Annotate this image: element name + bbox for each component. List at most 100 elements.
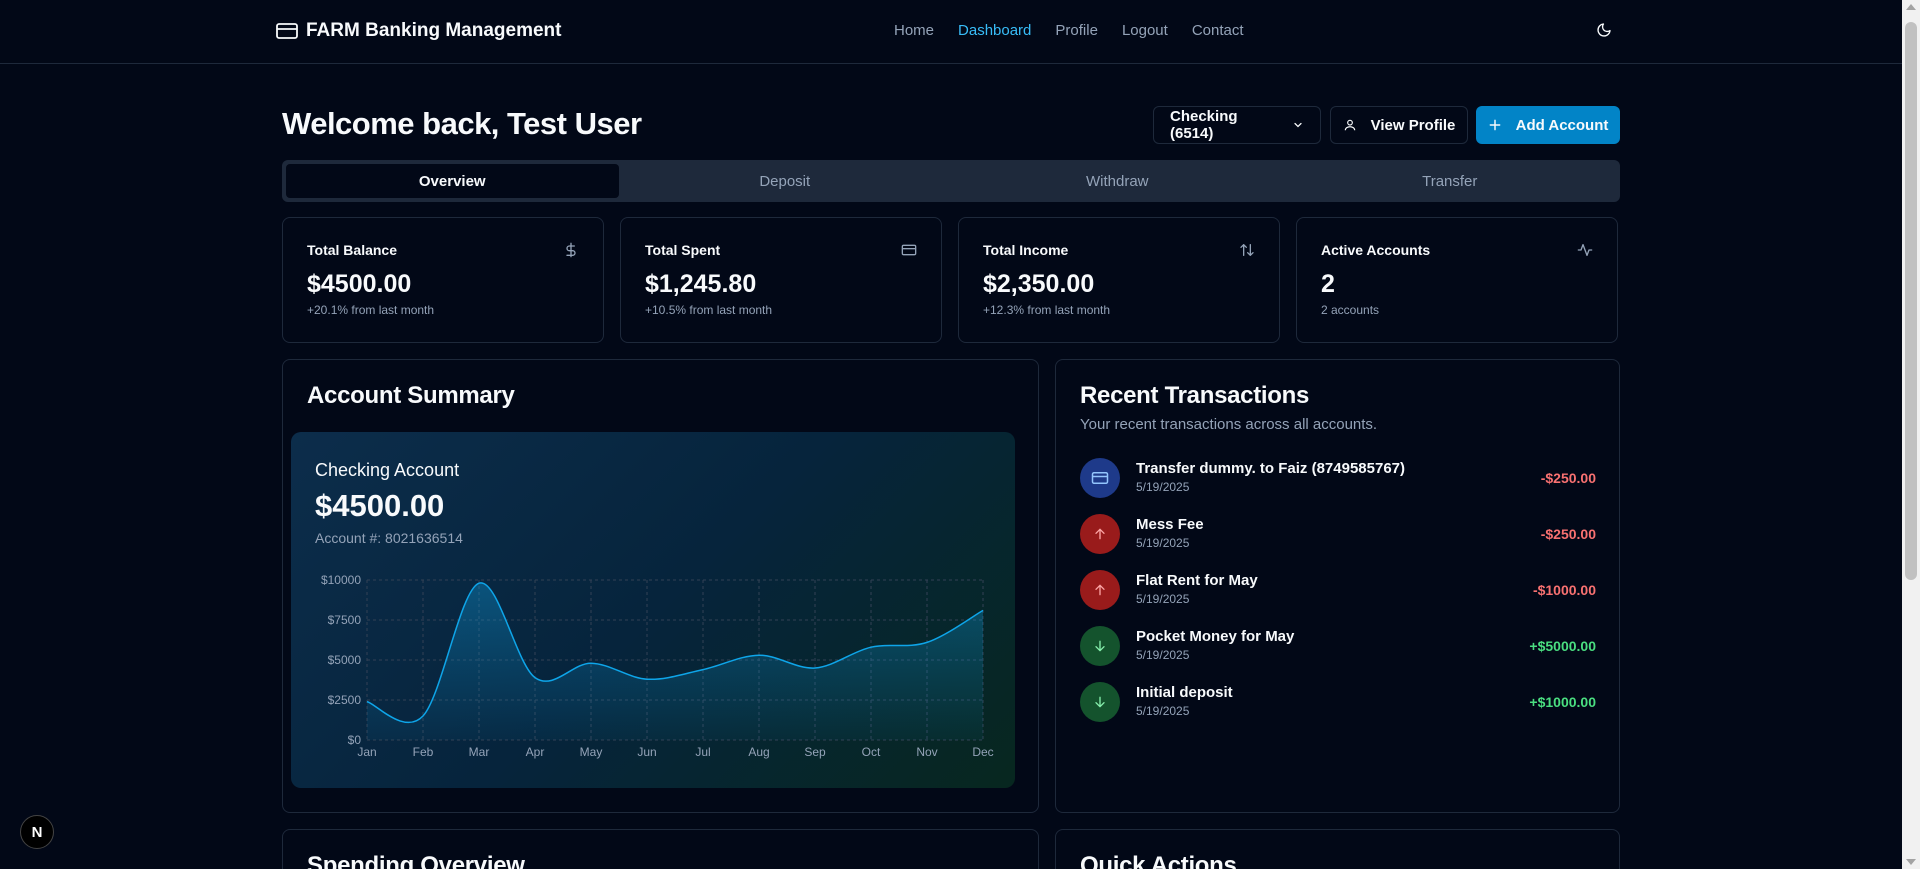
- credit-card-icon: [1080, 458, 1120, 498]
- balance-chart: $0$2500$5000$7500$10000Jan Feb Mar Apr May Ju…: [321, 573, 994, 759]
- stat-value: 2: [1321, 270, 1335, 298]
- account-balance: $4500.00: [315, 488, 445, 523]
- stat-card-active-accounts: Active Accounts 2 2 accounts: [1296, 217, 1618, 343]
- x-tick-label: Jun: [637, 745, 656, 759]
- recent-transactions-title: Recent Transactions: [1080, 382, 1310, 409]
- scrollbar[interactable]: [1902, 0, 1920, 869]
- transaction-name: Flat Rent for May: [1136, 572, 1258, 589]
- arrow-up-icon: [1080, 570, 1120, 610]
- transaction-name: Initial deposit: [1136, 684, 1233, 701]
- arrow-down-icon: [1080, 682, 1120, 722]
- transaction-name: Pocket Money for May: [1136, 628, 1295, 645]
- x-tick-label: Dec: [972, 745, 993, 759]
- transaction-date: 5/19/2025: [1136, 480, 1190, 494]
- stat-title: Total Balance: [307, 242, 397, 258]
- stat-title: Total Spent: [645, 242, 721, 258]
- scroll-down-arrow-icon[interactable]: [1906, 859, 1916, 865]
- tab-bar: Overview Deposit Withdraw Transfer: [282, 160, 1620, 202]
- stat-card-total-spent: Total Spent $1,245.80 +10.5% from last m…: [620, 217, 942, 343]
- y-tick-label: $2500: [328, 693, 362, 707]
- transaction-row[interactable]: Initial deposit 5/19/2025 +$1000.00: [1080, 682, 1596, 726]
- nav-profile[interactable]: Profile: [1055, 22, 1098, 39]
- activity-icon: [1577, 242, 1593, 258]
- spending-overview-title: Spending Overview: [307, 852, 525, 869]
- stat-card-total-income: Total Income $2,350.00 +12.3% from last …: [958, 217, 1280, 343]
- stat-card-total-balance: Total Balance $4500.00 +20.1% from last …: [282, 217, 604, 343]
- tab-transfer[interactable]: Transfer: [1284, 164, 1617, 198]
- view-profile-label: View Profile: [1370, 116, 1456, 134]
- account-select-value: Checking (6514): [1170, 108, 1238, 142]
- x-tick-label: Jan: [357, 745, 376, 759]
- tab-deposit[interactable]: Deposit: [619, 164, 952, 198]
- y-tick-label: $5000: [328, 653, 362, 667]
- moon-icon: [1596, 22, 1616, 38]
- nav-home[interactable]: Home: [894, 22, 934, 39]
- stat-title: Active Accounts: [1321, 242, 1431, 258]
- transaction-date: 5/19/2025: [1136, 536, 1190, 550]
- recent-transactions-panel: Recent Transactions Your recent transact…: [1055, 359, 1620, 813]
- transaction-date: 5/19/2025: [1136, 592, 1190, 606]
- transaction-row[interactable]: Transfer dummy. to Faiz (8749585767) 5/1…: [1080, 458, 1596, 502]
- quick-actions-panel: Quick Actions: [1055, 829, 1620, 869]
- add-account-label: Add Account: [1515, 116, 1609, 134]
- transaction-date: 5/19/2025: [1136, 704, 1190, 718]
- x-tick-label: Mar: [469, 745, 490, 759]
- nav-logout[interactable]: Logout: [1122, 22, 1168, 39]
- add-account-button[interactable]: Add Account: [1476, 106, 1620, 144]
- transaction-amount: +$1000.00: [1529, 694, 1596, 710]
- chevron-down-icon: [1292, 119, 1304, 131]
- checking-account-card: Checking Account $4500.00 Account #: 802…: [291, 432, 1015, 788]
- tab-overview[interactable]: Overview: [286, 164, 619, 198]
- account-summary-title: Account Summary: [307, 382, 515, 409]
- transaction-row[interactable]: Pocket Money for May 5/19/2025 +$5000.00: [1080, 626, 1596, 670]
- credit-card-icon: [901, 242, 917, 258]
- stat-value: $1,245.80: [645, 270, 757, 298]
- recent-transactions-subtitle: Your recent transactions across all acco…: [1080, 416, 1378, 433]
- stat-subtext: +10.5% from last month: [645, 303, 773, 317]
- plus-icon: [1488, 118, 1502, 132]
- x-tick-label: May: [580, 745, 603, 759]
- user-icon: [1343, 118, 1357, 132]
- x-tick-label: Apr: [526, 745, 545, 759]
- next-dev-badge[interactable]: N: [20, 815, 54, 849]
- transaction-row[interactable]: Mess Fee 5/19/2025 -$250.00: [1080, 514, 1596, 558]
- stat-title: Total Income: [983, 242, 1069, 258]
- x-tick-label: Nov: [916, 745, 937, 759]
- transaction-amount: -$1000.00: [1532, 582, 1596, 598]
- account-select[interactable]: Checking (6514): [1153, 106, 1321, 144]
- stat-value: $2,350.00: [983, 270, 1095, 298]
- x-tick-label: Sep: [804, 745, 826, 759]
- main-nav: Home Dashboard Profile Logout Contact: [894, 22, 1244, 39]
- view-profile-button[interactable]: View Profile: [1330, 106, 1468, 144]
- y-tick-label: $10000: [321, 573, 361, 587]
- stat-subtext: +12.3% from last month: [983, 303, 1111, 317]
- series-area: [367, 582, 983, 740]
- transaction-amount: -$250.00: [1540, 526, 1596, 542]
- credit-card-icon: [276, 22, 298, 40]
- transaction-amount: -$250.00: [1540, 470, 1596, 486]
- tab-withdraw[interactable]: Withdraw: [951, 164, 1284, 198]
- theme-toggle-button[interactable]: [1596, 22, 1616, 42]
- account-name: Checking Account: [315, 460, 460, 480]
- x-tick-label: Feb: [413, 745, 434, 759]
- transaction-date: 5/19/2025: [1136, 648, 1190, 662]
- x-tick-label: Oct: [862, 745, 881, 759]
- arrow-up-icon: [1080, 514, 1120, 554]
- y-tick-label: $7500: [328, 613, 362, 627]
- x-tick-label: Aug: [748, 745, 769, 759]
- top-navbar: FARM Banking Management Home Dashboard P…: [0, 0, 1902, 64]
- arrows-up-down-icon: [1239, 242, 1255, 258]
- quick-actions-title: Quick Actions: [1080, 852, 1237, 869]
- transaction-row[interactable]: Flat Rent for May 5/19/2025 -$1000.00: [1080, 570, 1596, 614]
- spending-overview-panel: Spending Overview: [282, 829, 1039, 869]
- account-number: Account #: 8021636514: [315, 530, 463, 546]
- scroll-up-arrow-icon[interactable]: [1906, 4, 1916, 10]
- brand[interactable]: FARM Banking Management: [276, 20, 561, 42]
- nav-contact[interactable]: Contact: [1192, 22, 1244, 39]
- nav-dashboard[interactable]: Dashboard: [958, 22, 1031, 39]
- account-summary-panel: Account Summary Checking Account $4500.0…: [282, 359, 1039, 813]
- stat-value: $4500.00: [307, 270, 412, 298]
- dollar-icon: [563, 242, 579, 258]
- scrollbar-thumb[interactable]: [1905, 22, 1917, 580]
- stat-subtext: 2 accounts: [1321, 303, 1380, 317]
